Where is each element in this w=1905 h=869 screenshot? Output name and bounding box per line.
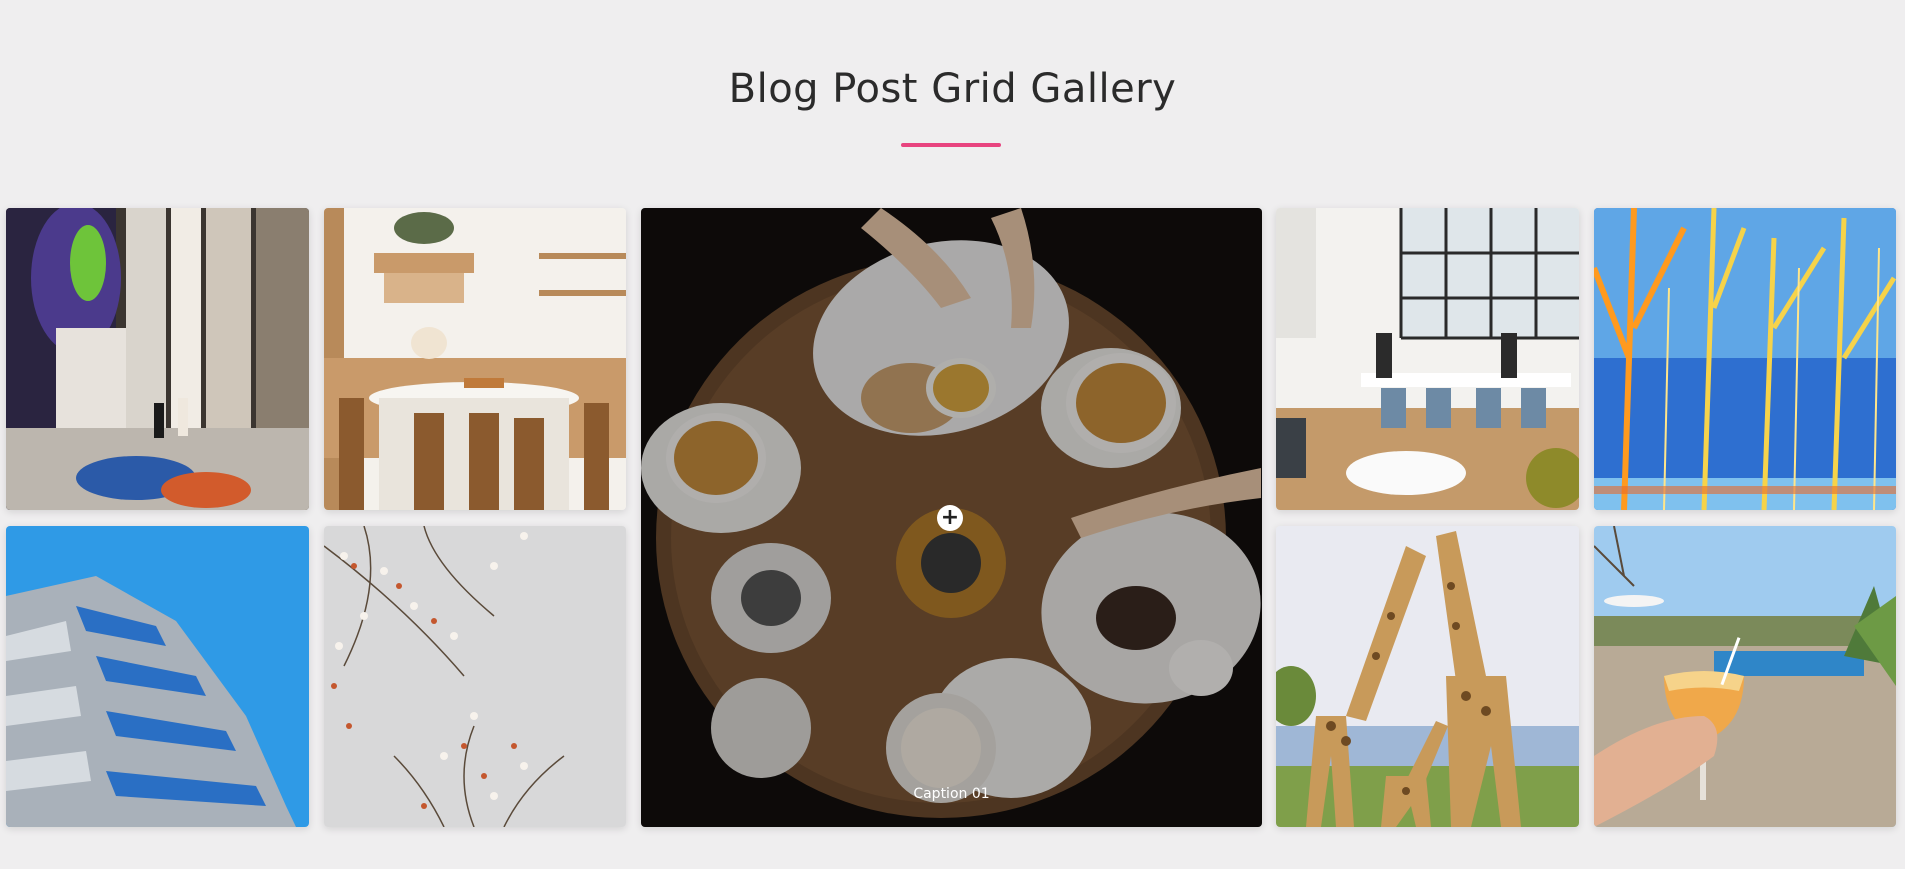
gallery-item-cocktail[interactable] (1594, 526, 1896, 827)
gallery-item-forest[interactable] (1594, 208, 1896, 510)
gallery-caption: Caption 01 (913, 786, 990, 802)
page-title: Blog Post Grid Gallery (728, 66, 1177, 112)
gallery-image-forest (1594, 208, 1896, 510)
gallery-item-office[interactable] (1276, 208, 1579, 510)
title-underline (901, 143, 1001, 147)
gallery-item-architecture[interactable] (6, 208, 309, 510)
gallery-item-coffee[interactable]: + Caption 01 (641, 208, 1262, 827)
gallery-image-cocktail (1594, 526, 1896, 827)
gallery-image-architecture (6, 208, 309, 510)
gallery-item-flowers[interactable] (324, 526, 626, 827)
gallery-item-building[interactable] (6, 526, 309, 827)
gallery-image-office (1276, 208, 1579, 510)
gallery-item-kitchen[interactable] (324, 208, 626, 510)
gallery-image-kitchen (324, 208, 626, 510)
gallery-image-building (6, 526, 309, 827)
gallery-item-giraffes[interactable] (1276, 526, 1579, 827)
plus-icon[interactable]: + (937, 505, 963, 531)
gallery-image-flowers (324, 526, 626, 827)
gallery-image-giraffes (1276, 526, 1579, 827)
